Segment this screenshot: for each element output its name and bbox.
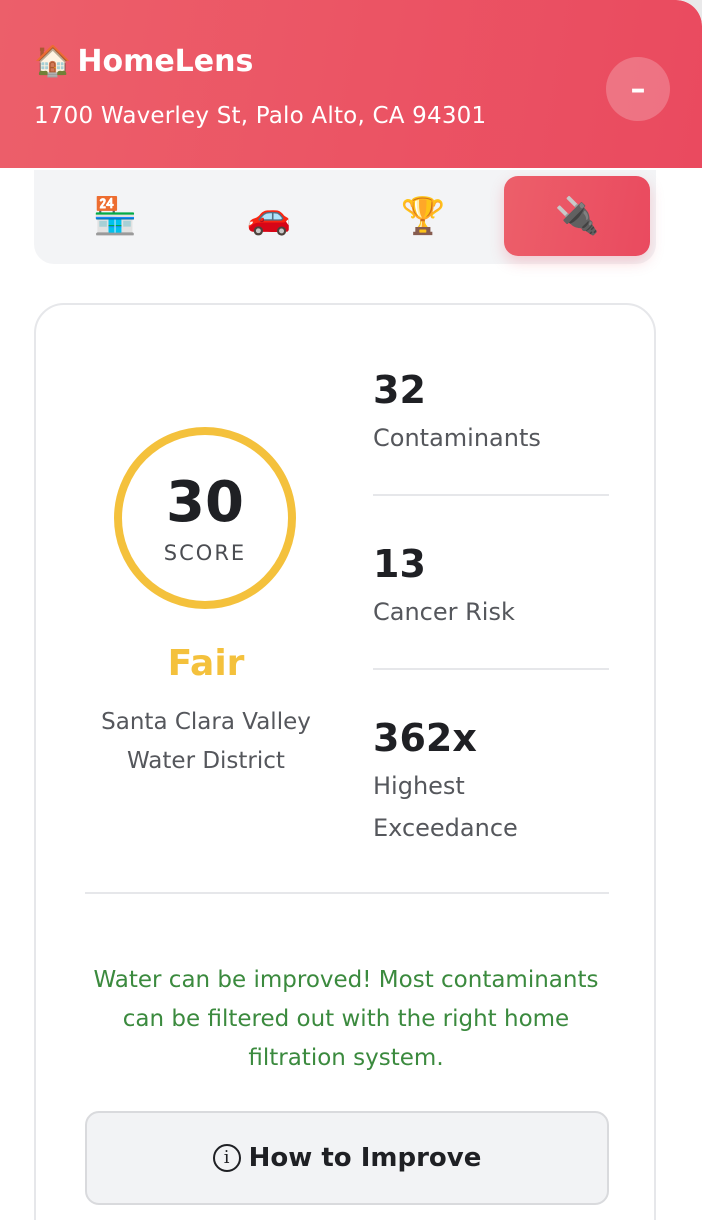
car-icon: 🚗 [246, 196, 292, 237]
convenience-store-icon: 🏪 [92, 196, 138, 237]
how-to-improve-button[interactable]: i How to Improve [85, 1111, 609, 1205]
stat-contaminants: 32 Contaminants [373, 371, 613, 459]
house-icon: 🏠 [34, 43, 72, 79]
how-to-improve-label: How to Improve [248, 1143, 482, 1173]
stat-label: Cancer Risk [373, 598, 515, 626]
minimize-icon: – [630, 71, 646, 107]
stat-divider [373, 494, 609, 496]
stat-value: 362x [373, 716, 477, 760]
stat-value: 13 [373, 542, 426, 586]
stat-cancer-risk: 13 Cancer Risk [373, 545, 613, 633]
stat-divider [373, 668, 609, 670]
stat-label: Highest Exceedance [373, 772, 518, 842]
plug-icon: 🔌 [554, 196, 600, 237]
brand: 🏠 HomeLens [34, 44, 253, 79]
tab-convenience-store[interactable]: 🏪 [42, 176, 188, 256]
score-label: SCORE [163, 541, 247, 565]
section-divider [85, 892, 609, 894]
tab-utilities[interactable]: 🔌 [504, 176, 650, 256]
stat-value: 32 [373, 368, 426, 412]
homelens-panel: 🏠 HomeLens 1700 Waverley St, Palo Alto, … [0, 0, 702, 1220]
score-rating: Fair [167, 643, 245, 684]
water-district: Santa Clara Valley Water District [101, 709, 311, 774]
score-value: 30 [166, 470, 244, 535]
water-quality-card: 30 SCORE Fair Santa Clara Valley Water D… [34, 303, 656, 1220]
tab-transportation[interactable]: 🚗 [196, 176, 342, 256]
stat-highest-exceedance: 362x Highest Exceedance [373, 719, 613, 849]
trophy-icon: 🏆 [400, 196, 446, 237]
app-title: HomeLens [77, 44, 254, 79]
info-icon: i [212, 1144, 241, 1172]
category-tabs: 🏪 🚗 🏆 🔌 [34, 170, 656, 264]
minimize-button[interactable]: – [606, 57, 670, 121]
stat-label: Contaminants [373, 424, 541, 452]
header: 🏠 HomeLens 1700 Waverley St, Palo Alto, … [0, 0, 702, 168]
improvement-message: Water can be improved! Most contaminants… [93, 967, 599, 1071]
score-gauge: 30 SCORE [114, 427, 296, 609]
address: 1700 Waverley St, Palo Alto, CA 94301 [34, 103, 487, 129]
tab-schools[interactable]: 🏆 [350, 176, 496, 256]
